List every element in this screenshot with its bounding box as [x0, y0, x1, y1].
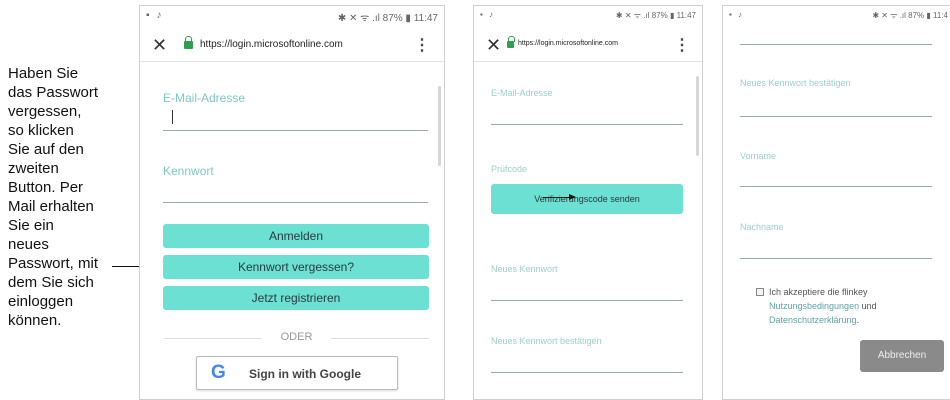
confirm-password-input[interactable] [740, 116, 932, 117]
caption-line: Sie auf den [8, 141, 84, 158]
email-label: E-Mail-Adresse [163, 91, 246, 105]
terms-period: . [856, 315, 860, 325]
caption-line: das Passwort [8, 84, 99, 101]
divider-line [331, 338, 429, 339]
privacy-link[interactable]: Datenschutzerklärung [769, 315, 857, 325]
lock-icon [184, 36, 193, 49]
close-icon[interactable]: ✕ [152, 35, 167, 56]
google-logo-icon: G [211, 362, 226, 383]
or-divider: ODER [164, 331, 429, 345]
instruction-caption: Haben Sie das Passwort vergessen, so kli… [8, 64, 126, 330]
status-bar-left: ▪ ♪ [729, 10, 745, 19]
register-button[interactable]: Jetzt registrieren [163, 286, 429, 310]
caption-line: einloggen [8, 293, 74, 310]
terms-checkbox[interactable] [756, 288, 764, 296]
password-input[interactable] [163, 202, 428, 203]
password-label: Kennwort [163, 164, 214, 178]
browser-url-bar: ✕ https://login.microsoftonline.com ⋮ [474, 28, 702, 62]
pointer-arrow-line [543, 197, 571, 198]
text-cursor [172, 110, 173, 124]
new-password-input[interactable] [491, 300, 683, 301]
caption-line: Haben Sie [8, 65, 79, 82]
caption-line: Sie ein [8, 217, 54, 234]
new-password-label: Neues Kennwort [491, 264, 558, 274]
status-bar-right: ✱ ✕ ᯤ .ıl 87% ▮ 11:4 [872, 11, 948, 20]
status-bar-left: ▪ ♪ [480, 10, 496, 19]
google-signin-label: Sign in with Google [249, 367, 361, 381]
email-label: E-Mail-Adresse [491, 88, 553, 98]
caption-line: Mail erhalten [8, 198, 94, 215]
caption-line: dem Sie sich [8, 274, 94, 291]
email-input[interactable] [491, 124, 683, 125]
phone-screen-register: ▪ ♪ ✱ ✕ ᯤ .ıl 87% ▮ 11:4 Neues Kennwort … [722, 5, 950, 400]
more-menu-icon[interactable]: ⋮ [674, 35, 690, 55]
terms-link[interactable]: Nutzungsbedingungen [769, 301, 859, 311]
send-verification-code-button[interactable]: Verifizierungscode senden [491, 184, 683, 214]
confirm-password-input[interactable] [491, 372, 683, 373]
status-bar-left: ▪ ♪ [146, 10, 164, 21]
google-signin-button[interactable]: G Sign in with Google [196, 356, 398, 390]
firstname-input[interactable] [740, 186, 932, 187]
caption-line: Passwort, mit [8, 255, 99, 272]
verification-code-label: Prüfcode [491, 164, 528, 174]
confirm-password-label: Neues Kennwort bestätigen [491, 336, 602, 346]
cancel-button[interactable]: Abbrechen [860, 340, 944, 372]
scrollbar[interactable] [438, 86, 441, 166]
lock-icon [507, 36, 515, 48]
status-bar-right: ✱ ✕ ᯤ .ıl 87% ▮ 11:47 [615, 11, 696, 20]
url-text[interactable]: https://login.microsoftonline.com [200, 39, 343, 50]
confirm-password-label: Neues Kennwort bestätigen [740, 78, 851, 88]
close-icon[interactable]: ✕ [486, 35, 501, 56]
login-button[interactable]: Anmelden [163, 224, 429, 248]
status-bar-right: ✱ ✕ ᯤ .ıl 87% ▮ 11:47 [337, 13, 438, 24]
browser-url-bar: ✕ https://login.microsoftonline.com ⋮ [140, 28, 444, 62]
status-bar: ▪ ♪ ✱ ✕ ᯤ .ıl 87% ▮ 11:47 [474, 6, 702, 26]
forgot-password-button[interactable]: Kennwort vergessen? [163, 255, 429, 279]
or-divider-text: ODER [280, 331, 313, 343]
terms-and-text: und [861, 301, 877, 311]
caption-line: können. [8, 312, 62, 329]
caption-line: vergessen, [8, 103, 82, 120]
caption-line: zweiten [8, 160, 59, 177]
phone-screen-login: ▪ ♪ ✱ ✕ ᯤ .ıl 87% ▮ 11:47 ✕ https://logi… [139, 5, 445, 400]
status-bar: ▪ ♪ ✱ ✕ ᯤ .ıl 87% ▮ 11:4 [723, 6, 950, 26]
caption-line: so klicken [8, 122, 74, 139]
email-input[interactable] [163, 130, 428, 131]
phone-screen-verify: ▪ ♪ ✱ ✕ ᯤ .ıl 87% ▮ 11:47 ✕ https://logi… [473, 5, 703, 400]
caption-line: neues [8, 236, 49, 253]
scrollbar[interactable] [696, 76, 699, 156]
status-bar: ▪ ♪ ✱ ✕ ᯤ .ıl 87% ▮ 11:47 [140, 6, 444, 26]
terms-text-block: Ich akzeptiere die flinkey Nutzungsbedin… [769, 285, 939, 327]
url-text[interactable]: https://login.microsoftonline.com [518, 40, 618, 47]
more-menu-icon[interactable]: ⋮ [414, 35, 430, 55]
previous-field-input[interactable] [740, 44, 932, 45]
lastname-label: Nachname [740, 222, 784, 232]
lastname-input[interactable] [740, 258, 932, 259]
terms-text: Ich akzeptiere die flinkey [769, 287, 868, 297]
caption-line: Button. Per [8, 179, 84, 196]
firstname-label: Vorname [740, 151, 777, 161]
pointer-arrow-head [569, 194, 576, 200]
